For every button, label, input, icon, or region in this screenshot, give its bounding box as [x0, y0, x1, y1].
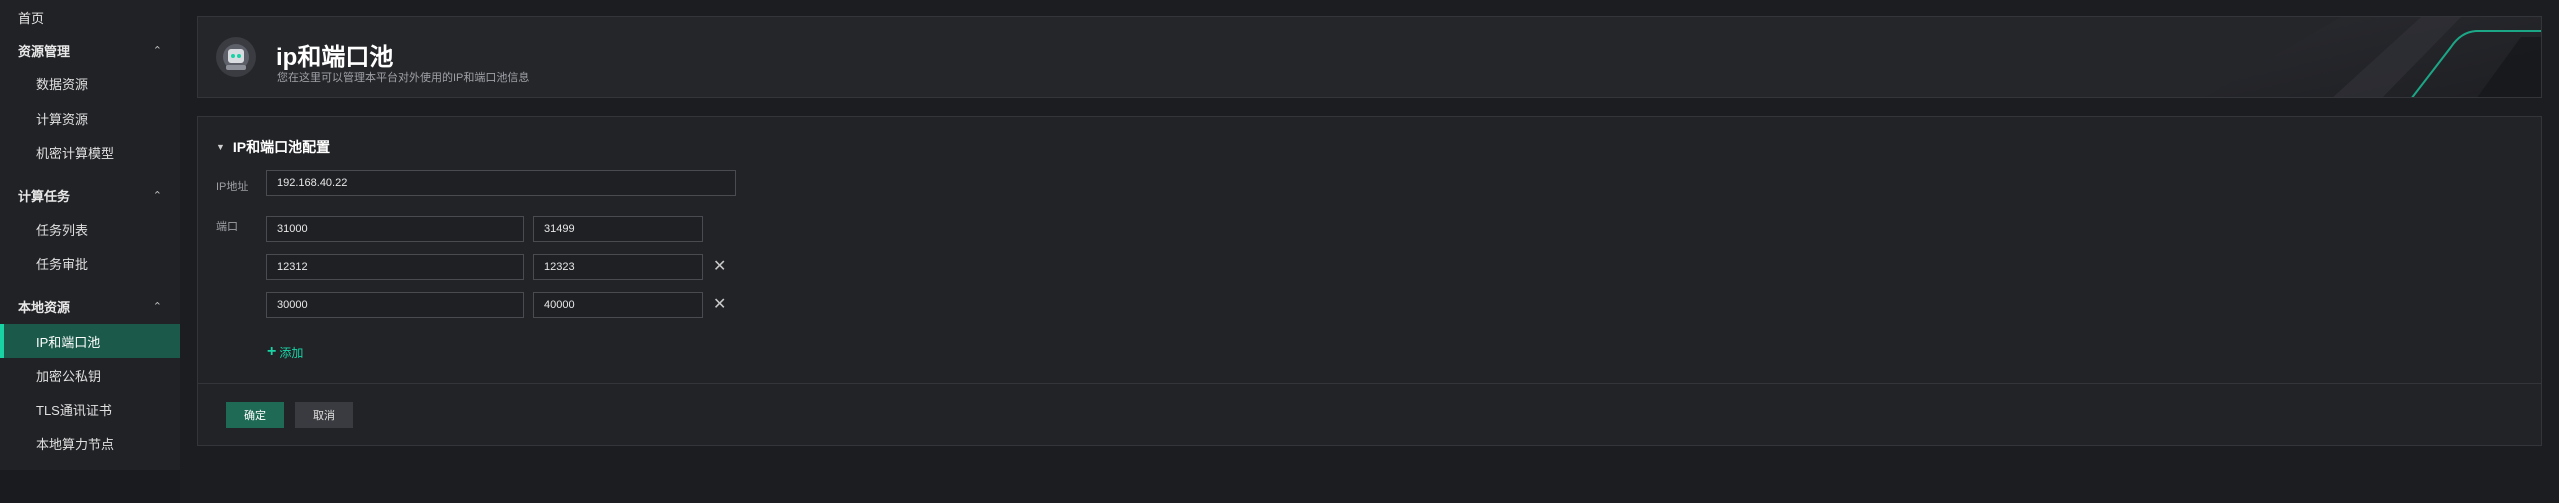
ip-address-label: IP地址: [216, 181, 249, 193]
plus-icon: +: [267, 343, 277, 360]
remove-port-range-icon[interactable]: ✕: [713, 297, 726, 313]
nav-group-label: 计算任务: [18, 188, 71, 204]
ip-address-input[interactable]: 192.168.40.22: [266, 170, 736, 196]
section-toggle[interactable]: ▼ IP和端口池配置: [216, 137, 330, 157]
confirm-button[interactable]: 确定: [226, 402, 284, 428]
page-title: ip和端口池: [276, 44, 394, 71]
port-range-start-input[interactable]: 12312: [266, 254, 524, 280]
sidebar: 首页 资源管理 ⌃ 数据资源 计算资源 机密计算模型 计算任务 ⌃ 任务列表 任…: [0, 0, 180, 503]
port-label: 端口: [216, 221, 238, 233]
sidebar-item-data-resources[interactable]: 数据资源: [0, 66, 180, 100]
sidebar-footer: [0, 470, 180, 503]
port-range-end-input[interactable]: 31499: [533, 216, 703, 242]
port-range-end-input[interactable]: 40000: [533, 292, 703, 318]
sidebar-item-ip-port-pool[interactable]: IP和端口池: [0, 324, 180, 358]
add-port-range-button[interactable]: + 添加: [267, 343, 303, 361]
robot-gear-icon: [216, 37, 256, 77]
sidebar-item-task-list[interactable]: 任务列表: [0, 212, 180, 246]
nav-home[interactable]: 首页: [18, 8, 44, 27]
sidebar-item-compute-resources[interactable]: 计算资源: [0, 101, 180, 135]
header-decoration: [2204, 17, 2541, 97]
chevron-up-icon: ⌃: [152, 44, 162, 57]
remove-port-range-icon[interactable]: ✕: [713, 259, 726, 275]
sidebar-item-task-approval[interactable]: 任务审批: [0, 246, 180, 280]
port-range-start-input[interactable]: 30000: [266, 292, 524, 318]
divider: [198, 383, 2541, 384]
add-label: 添加: [279, 345, 304, 360]
ip-port-pool-config-card: ▼ IP和端口池配置 IP地址 192.168.40.22 端口 31000 3…: [197, 116, 2542, 446]
caret-down-icon: ▼: [216, 142, 225, 152]
sidebar-item-confidential-models[interactable]: 机密计算模型: [0, 135, 180, 169]
port-range-end-input[interactable]: 12323: [533, 254, 703, 280]
nav-group-local-resources[interactable]: 本地资源 ⌃: [0, 294, 180, 318]
nav-group-label: 本地资源: [18, 299, 71, 315]
page-subtitle: 您在这里可以管理本平台对外使用的IP和端口池信息: [277, 72, 530, 84]
sidebar-item-local-compute-nodes[interactable]: 本地算力节点: [0, 426, 180, 460]
port-range-start-input[interactable]: 31000: [266, 216, 524, 242]
chevron-up-icon: ⌃: [152, 300, 162, 313]
nav-group-label: 资源管理: [18, 43, 71, 59]
section-title: IP和端口池配置: [232, 139, 331, 155]
chevron-up-icon: ⌃: [152, 189, 162, 202]
sidebar-item-tls-certificates[interactable]: TLS通讯证书: [0, 392, 180, 426]
sidebar-item-encryption-keys[interactable]: 加密公私钥: [0, 358, 180, 392]
page-header: ip和端口池 您在这里可以管理本平台对外使用的IP和端口池信息: [197, 16, 2542, 98]
nav-group-compute-tasks[interactable]: 计算任务 ⌃: [0, 183, 180, 207]
cancel-button[interactable]: 取消: [295, 402, 353, 428]
nav-group-resource-management[interactable]: 资源管理 ⌃: [0, 38, 180, 62]
